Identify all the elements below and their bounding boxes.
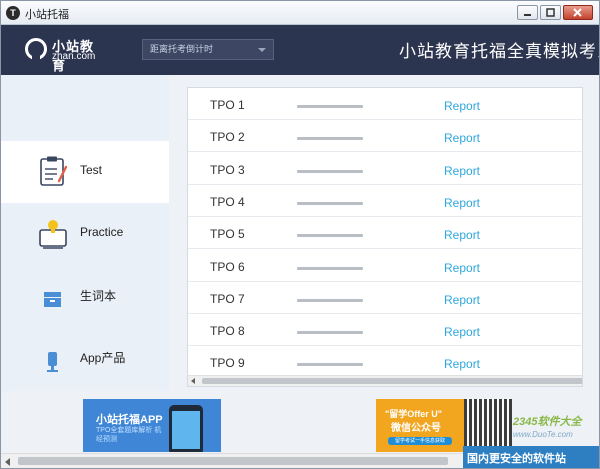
- progress-bar: [297, 331, 363, 335]
- table-row[interactable]: TPO 4 Report: [188, 185, 582, 217]
- table-row[interactable]: TPO 2 Report: [188, 120, 582, 153]
- table-row[interactable]: TPO 5 Report: [188, 217, 582, 250]
- scroll-left-arrow-icon[interactable]: [5, 458, 10, 466]
- scrollbar-thumb[interactable]: [202, 378, 582, 384]
- window-horizontal-scrollbar[interactable]: [1, 453, 463, 468]
- countdown-label: 距离托考倒计时: [150, 44, 214, 54]
- table-row[interactable]: TPO 9 Report: [188, 346, 582, 379]
- horizontal-scrollbar[interactable]: [188, 375, 582, 386]
- sidebar-item-label: 生词本: [80, 289, 117, 303]
- progress-bar: [297, 298, 363, 302]
- chevron-down-icon: [258, 48, 266, 52]
- table-row[interactable]: TPO 6 Report: [188, 250, 582, 282]
- report-link[interactable]: Report: [444, 293, 480, 307]
- qr-code-image: [464, 399, 512, 452]
- tpo-name: TPO 2: [210, 130, 245, 145]
- report-link[interactable]: Report: [444, 228, 480, 242]
- promo-title: 小站托福APP: [96, 414, 163, 426]
- report-link[interactable]: Report: [444, 99, 480, 113]
- watermark: 2345软件大全 www.DuoTe.com: [513, 413, 599, 439]
- page-title: 小站教育托福全真模拟考系: [399, 42, 599, 61]
- wechat-promo-banner[interactable]: "留学Offer U" 微信公众号 留学考试一手信息获取: [376, 399, 464, 452]
- wechat-subtitle: 微信公众号: [391, 423, 441, 434]
- exam-countdown-dropdown[interactable]: 距离托考倒计时: [142, 39, 274, 60]
- table-row[interactable]: TPO 7 Report: [188, 282, 582, 314]
- report-link[interactable]: Report: [444, 357, 480, 371]
- tpo-name: TPO 4: [210, 194, 245, 209]
- watermark-bar-text: 国内更安全的软件站: [467, 453, 566, 465]
- sidebar: Test Practice 生词本 App产品: [1, 75, 169, 391]
- sidebar-item-app[interactable]: App产品: [1, 327, 169, 389]
- app-header: 小站教育 zhan.com 距离托考倒计时 小站教育托福全真模拟考系: [1, 25, 599, 75]
- watermark-brand: 2345软件大全: [513, 416, 582, 428]
- phone-image: [169, 405, 203, 452]
- app-logo-icon: T: [6, 6, 20, 20]
- wechat-tagline: 留学考试一手信息获取: [388, 437, 452, 445]
- scroll-left-arrow-icon[interactable]: [191, 378, 195, 384]
- tpo-name: TPO 7: [210, 291, 245, 306]
- app-promo-banner[interactable]: 小站托福APP TPO全套题库解析 机经预测: [83, 399, 221, 452]
- report-link[interactable]: Report: [444, 164, 480, 178]
- test-clipboard-icon: [40, 156, 67, 186]
- tpo-name: TPO 1: [210, 98, 245, 112]
- table-row[interactable]: TPO 3 Report: [188, 153, 582, 185]
- tpo-name: TPO 5: [210, 227, 245, 242]
- sidebar-item-label: Test: [80, 163, 103, 177]
- report-link[interactable]: Report: [444, 261, 480, 275]
- title-bar[interactable]: T 小站托福: [1, 1, 599, 25]
- app-window: T 小站托福 小站教育 zhan.com 距离托考倒计时 小站教育托福全真模拟考…: [0, 0, 600, 469]
- sidebar-item-test[interactable]: Test: [1, 141, 169, 203]
- progress-bar: [297, 201, 363, 205]
- scrollbar-thumb[interactable]: [18, 457, 448, 465]
- report-link[interactable]: Report: [444, 131, 480, 145]
- sidebar-item-label: Practice: [80, 225, 124, 239]
- watermark-url: www.DuoTe.com: [513, 430, 573, 439]
- progress-bar: [297, 234, 363, 238]
- minimize-icon[interactable]: [517, 5, 538, 20]
- sidebar-item-wordbook[interactable]: 生词本: [1, 265, 169, 327]
- app-product-icon: [47, 352, 58, 372]
- progress-bar: [297, 363, 363, 367]
- progress-bar: [297, 266, 363, 270]
- report-link[interactable]: Report: [444, 325, 480, 339]
- tpo-name: TPO 8: [210, 324, 245, 339]
- window-controls: [515, 5, 593, 21]
- progress-bar: [297, 105, 363, 108]
- brand-logo[interactable]: 小站教育 zhan.com: [25, 36, 107, 73]
- logo-domain: zhan.com: [52, 51, 96, 62]
- promo-subtitle: TPO全套题库解析 机经预测: [96, 427, 162, 443]
- tpo-list: TPO 1 Report TPO 2 Report TPO 3 Report TPO 4 Re…: [187, 87, 583, 387]
- watermark-bar: 国内更安全的软件站: [463, 446, 599, 468]
- window-title: 小站托福: [25, 9, 69, 21]
- table-row[interactable]: TPO 8 Report: [188, 314, 582, 347]
- sidebar-item-practice[interactable]: Practice: [1, 203, 169, 265]
- sidebar-item-label: App产品: [80, 351, 126, 365]
- headset-logo-icon: [25, 38, 47, 60]
- report-link[interactable]: Report: [444, 196, 480, 210]
- close-icon[interactable]: [563, 5, 593, 20]
- tpo-name: TPO 9: [210, 356, 245, 371]
- progress-bar: [297, 169, 363, 173]
- wordbook-icon: [44, 292, 61, 307]
- maximize-icon[interactable]: [540, 5, 561, 20]
- progress-bar: [297, 137, 363, 141]
- practice-board-icon: [39, 220, 67, 249]
- tpo-name: TPO 3: [210, 162, 245, 177]
- tpo-name: TPO 6: [210, 259, 245, 274]
- table-row[interactable]: TPO 1 Report: [188, 88, 582, 120]
